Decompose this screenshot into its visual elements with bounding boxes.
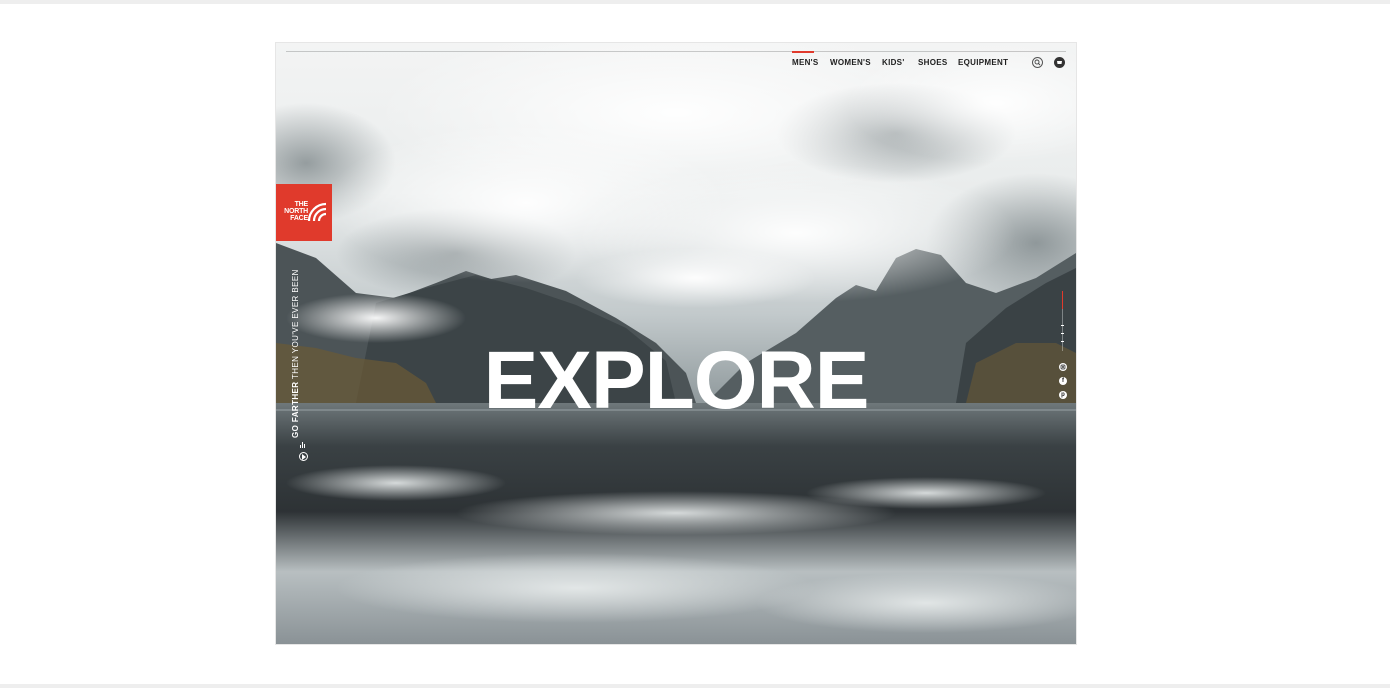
- search-icon[interactable]: [1032, 57, 1043, 68]
- slide-dot[interactable]: [1061, 333, 1064, 334]
- slide-progress-fill: [1062, 291, 1063, 309]
- sound-bars-icon[interactable]: [300, 441, 307, 448]
- tagline-bold: GO FARTHER: [291, 381, 300, 438]
- active-nav-indicator: [792, 51, 814, 53]
- cart-icon[interactable]: [1054, 57, 1065, 68]
- top-divider-line: [286, 51, 1066, 52]
- logo-text-face: FACE: [290, 215, 308, 222]
- logo-text-north: NORTH: [284, 208, 308, 215]
- top-navigation-bar: MEN'S WOMEN'S KIDS' SHOES EQUIPMENT: [276, 43, 1076, 87]
- instagram-icon[interactable]: [1059, 363, 1067, 371]
- half-dome-icon: [307, 202, 327, 222]
- facebook-icon[interactable]: f: [1059, 377, 1067, 385]
- hero-headline: EXPLORE: [483, 335, 870, 426]
- nav-item-equipment[interactable]: EQUIPMENT: [958, 58, 1008, 67]
- nav-item-kids[interactable]: KIDS': [882, 58, 905, 67]
- play-icon[interactable]: [299, 452, 308, 461]
- vertical-tagline: GO FARTHER THEN YOU'VE EVER BEEN: [291, 258, 305, 438]
- logo-text-the: THE: [294, 201, 309, 208]
- page-bottom-strip: [0, 684, 1390, 688]
- nav-item-mens[interactable]: MEN'S: [792, 58, 819, 67]
- tagline-rest: THEN YOU'VE EVER BEEN: [291, 269, 300, 382]
- pinterest-icon[interactable]: p: [1059, 391, 1067, 399]
- page-top-strip: [0, 0, 1390, 4]
- nav-item-shoes[interactable]: SHOES: [918, 58, 948, 67]
- nav-item-womens[interactable]: WOMEN'S: [830, 58, 871, 67]
- slide-dot[interactable]: [1061, 341, 1064, 342]
- slide-dot[interactable]: [1061, 325, 1064, 326]
- site-preview-frame: MEN'S WOMEN'S KIDS' SHOES EQUIPMENT THE …: [276, 43, 1076, 644]
- the-north-face-logo[interactable]: THE NORTH FACE: [276, 184, 332, 241]
